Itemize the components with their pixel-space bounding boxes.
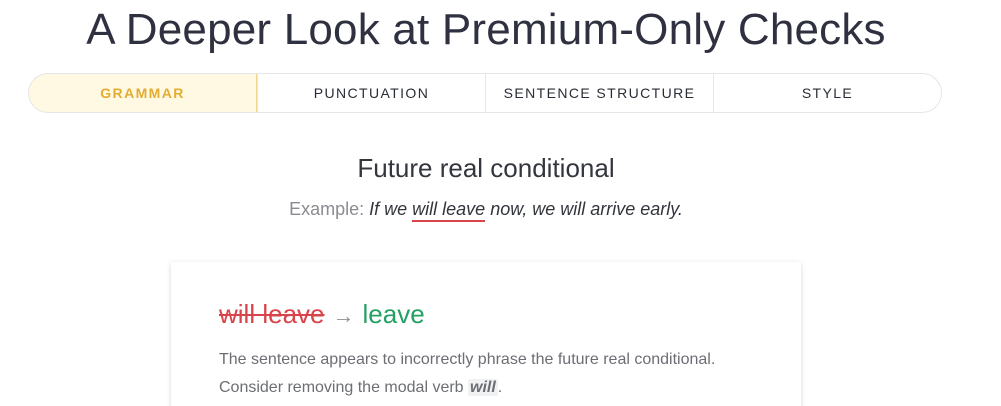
tab-punctuation[interactable]: PUNCTUATION xyxy=(257,74,485,112)
category-tabs: GRAMMAR PUNCTUATION SENTENCE STRUCTURE S… xyxy=(28,73,942,113)
suggested-phrase[interactable]: leave xyxy=(363,299,425,329)
check-title: Future real conditional xyxy=(357,153,615,183)
suggestion-explanation: The sentence appears to incorrectly phra… xyxy=(219,346,719,402)
example-text-after: now, we will arrive early. xyxy=(490,199,683,219)
arrow-right-icon: → xyxy=(332,303,355,328)
tab-sentence-structure[interactable]: SENTENCE STRUCTURE xyxy=(485,74,713,112)
page: A Deeper Look at Premium-Only Checks GRA… xyxy=(0,0,1001,406)
example-text-before: If we xyxy=(369,199,408,219)
example-highlight[interactable]: will leave xyxy=(412,199,486,222)
tab-grammar[interactable]: GRAMMAR xyxy=(29,74,257,112)
suggestion-card: will leave → leave The sentence appears to… xyxy=(171,262,801,406)
example-label: Example: xyxy=(289,199,365,219)
explanation-keyword: will xyxy=(468,379,498,396)
tab-style[interactable]: STYLE xyxy=(713,74,941,112)
incorrect-phrase: will leave xyxy=(219,299,325,329)
explanation-end: . xyxy=(497,379,503,396)
example-sentence: Example: If we will leave now, we will a… xyxy=(0,196,972,222)
page-title: A Deeper Look at Premium-Only Checks xyxy=(86,5,886,54)
correction-line: will leave → leave xyxy=(219,298,425,332)
